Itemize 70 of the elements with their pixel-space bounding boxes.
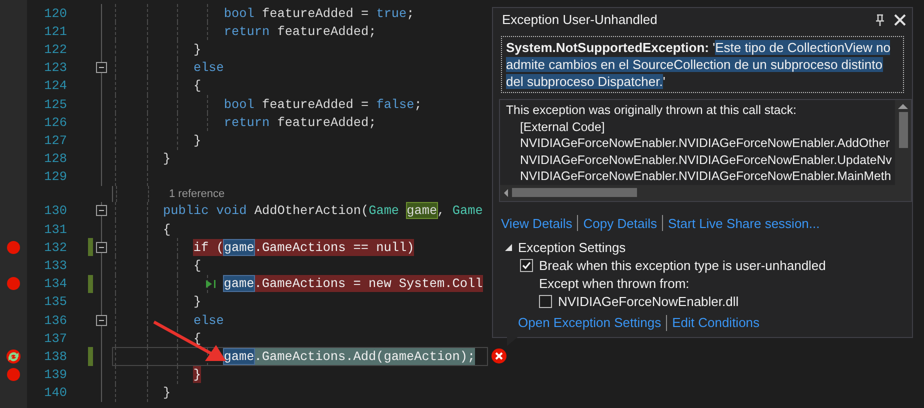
- code-line: }: [163, 384, 171, 402]
- code-line: {: [192, 257, 202, 274]
- code-line: }: [192, 293, 202, 310]
- popup-link[interactable]: Copy Details: [583, 214, 657, 233]
- code-line: public void AddOtherAction(Game game, Game: [163, 202, 483, 220]
- popup-title: Exception User-Unhandled: [502, 11, 658, 30]
- checkbox-label: Break when this exception type is user-unhandled: [539, 257, 826, 274]
- line-number: 130: [43, 202, 67, 220]
- line-number: 137: [43, 330, 67, 348]
- close-icon[interactable]: [894, 14, 906, 26]
- popup-link[interactable]: Edit Conditions: [672, 314, 760, 331]
- run-to-click-icon[interactable]: [206, 278, 216, 289]
- line-number: 136: [43, 312, 67, 330]
- code-line: {: [163, 220, 171, 238]
- checkbox[interactable]: [520, 259, 533, 272]
- code-line: return featureAdded;: [222, 114, 376, 131]
- line-number: 139: [43, 366, 67, 384]
- line-number: 140: [43, 384, 67, 402]
- line-number: 122: [43, 40, 67, 59]
- pin-icon[interactable]: [876, 14, 884, 26]
- breakpoint-icon[interactable]: [7, 368, 20, 382]
- collapse-icon[interactable]: [96, 205, 107, 216]
- line-number: 128: [43, 150, 67, 168]
- line-number: 126: [43, 114, 67, 132]
- exception-message: System.NotSupportedException: 'Este tipo de CollectionView no admite cambios en el SourceCollection de un subproceso distinto del subproceso Dispatcher.': [506, 39, 892, 90]
- code-line: bool featureAdded = false;: [222, 96, 422, 113]
- breakpoint-icon[interactable]: [7, 240, 20, 254]
- except-label: Except when thrown from:: [538, 275, 690, 292]
- line-number: 121: [43, 22, 67, 41]
- call-stack-frame: [External Code]: [506, 118, 895, 135]
- call-stack-frame: NVIDIAGeForceNowEnabler.NVIDIAGeForceNowEnabler.UpdateNv: [506, 152, 895, 168]
- horizontal-scrollbar[interactable]: [500, 184, 911, 200]
- checkbox-label: NVIDIAGeForceNowEnabler.dll: [558, 293, 739, 310]
- vertical-scrollbar[interactable]: [895, 100, 911, 184]
- collapse-icon[interactable]: [96, 62, 107, 74]
- popup-link[interactable]: Open Exception Settings: [518, 314, 662, 331]
- line-number: 138: [43, 348, 67, 366]
- code-line: }: [192, 40, 202, 58]
- collapse-icon[interactable]: [96, 242, 107, 253]
- code-line: }: [163, 150, 171, 168]
- line-number: 131: [43, 220, 67, 239]
- code-line: else: [192, 59, 224, 76]
- code-line: else: [192, 312, 224, 329]
- line-number: 135: [43, 293, 67, 312]
- settings-expander[interactable]: Exception Settings: [505, 239, 912, 256]
- call-stack-frame: NVIDIAGeForceNowEnabler.NVIDIAGeForceNowEnabler.AddOther: [506, 135, 895, 152]
- call-stack-frame: NVIDIAGeForceNowEnabler.NVIDIAGeForceNowEnabler.MainMeth: [506, 168, 895, 184]
- error-icon[interactable]: [491, 348, 508, 364]
- codelens-references[interactable]: 1 reference: [169, 186, 225, 202]
- call-stack-header: This exception was originally thrown at this call stack:: [506, 102, 798, 118]
- breakpoint-icon[interactable]: [7, 277, 20, 290]
- line-number: 127: [43, 132, 67, 150]
- line-number: 133: [43, 257, 67, 276]
- line-number: 134: [43, 275, 67, 294]
- code-line: {: [192, 77, 202, 94]
- code-line: bool featureAdded = true;: [222, 4, 414, 22]
- line-number: 120: [43, 4, 67, 23]
- line-number: 132: [43, 238, 67, 257]
- expand-triangle-icon: [505, 244, 512, 251]
- code-line: {: [192, 330, 202, 347]
- line-number: 124: [43, 77, 67, 96]
- line-number: 125: [43, 96, 67, 114]
- line-number: 123: [43, 59, 67, 78]
- popup-link[interactable]: Start Live Share session...: [668, 214, 820, 233]
- code-line: return featureAdded;: [222, 22, 376, 40]
- checkbox[interactable]: [539, 295, 552, 308]
- popup-link[interactable]: View Details: [501, 214, 572, 233]
- code-line: }: [192, 132, 202, 149]
- collapse-icon[interactable]: [96, 314, 107, 326]
- line-number: 129: [43, 168, 67, 186]
